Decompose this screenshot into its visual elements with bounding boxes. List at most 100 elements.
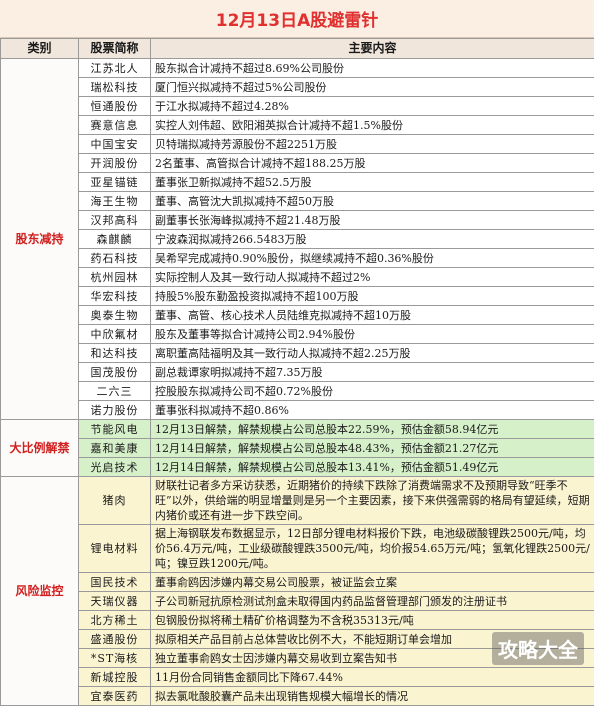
category-large-unlock: 大比例解禁 (1, 420, 79, 477)
stock-name: 华宏科技 (79, 287, 151, 306)
stock-name: 天瑞仪器 (79, 592, 151, 611)
stock-name: 猪肉 (79, 477, 151, 525)
table-row: 光启技术12月14日解禁，解禁规模占公司总股本13.41%，预估金额51.49亿… (1, 458, 594, 477)
table-row: 开润股份2名董事、高管拟合计减持不超188.25万股 (1, 154, 594, 173)
stock-name: 盛通股份 (79, 630, 151, 649)
table-row: 锂电材料据上海钢联发布数据显示，12日部分锂电材料报价下跌，电池级碳酸锂跌250… (1, 525, 594, 573)
site-watermark: 攻略大全 (492, 632, 584, 665)
page-title: 12月13日A股避雷针 (216, 6, 378, 31)
stock-name: *ST海核 (79, 649, 151, 668)
table-row: 和达科技离职董高陆福明及其一致行动人拟减持不超2.25万股 (1, 344, 594, 363)
content-cell: 董事张卫新拟减持不超52.5万股 (151, 173, 594, 192)
stock-name: 宜泰医药 (79, 687, 151, 706)
title-bar: 12月13日A股避雷针 (0, 0, 594, 38)
table-row: 诺力股份董事张科拟减持不超0.86% (1, 401, 594, 420)
category-risk-monitor: 风险监控 (1, 477, 79, 706)
table-row: 股东减持 江苏北人 股东拟合计减持不超过8.69%公司股份 (1, 59, 594, 78)
content-cell: 控股股东拟减持公司不超0.72%股份 (151, 382, 594, 401)
content-cell: 12月13日解禁，解禁规模占公司总股本22.59%，预估金额58.94亿元 (151, 420, 594, 439)
content-cell: 贝特瑞拟减持芳源股份不超2251万股 (151, 135, 594, 154)
stock-name: 森麒麟 (79, 230, 151, 249)
stock-name: 新城控股 (79, 668, 151, 687)
table-row: 宜泰医药拟去氯吡酸胶囊产品未出现销售规模大幅增长的情况 (1, 687, 594, 706)
content-cell: 股东及董事等拟合计减持公司2.94%股份 (151, 325, 594, 344)
table-row: 药石科技吴希罕完成减持0.90%股份，拟继续减持不超0.36%股份 (1, 249, 594, 268)
content-cell: 董事、高管、核心技术人员陆维克拟减持不超10万股 (151, 306, 594, 325)
content-cell: 11月份合同销售金额同比下降67.44% (151, 668, 594, 687)
table-row: 大比例解禁 节能风电 12月13日解禁，解禁规模占公司总股本22.59%，预估金… (1, 420, 594, 439)
content-cell: 宁波森润拟减持266.5483万股 (151, 230, 594, 249)
content-cell: 离职董高陆福明及其一致行动人拟减持不超2.25万股 (151, 344, 594, 363)
stock-name: 汉邦高科 (79, 211, 151, 230)
table-row: 海王生物董事、高管沈大凯拟减持不超50万股 (1, 192, 594, 211)
content-cell: 持股5%股东勤盈投资拟减持不超100万股 (151, 287, 594, 306)
stock-name: 奥泰生物 (79, 306, 151, 325)
table-row: 华宏科技持股5%股东勤盈投资拟减持不超100万股 (1, 287, 594, 306)
table-row: 风险监控 猪肉 财联社记者多方采访获悉，近期猪价的持续下跌除了消费端需求不及预期… (1, 477, 594, 525)
header-row: 类别 股票简称 主要内容 (1, 39, 594, 59)
table-row: 杭州园林实际控制人及其一致行动人拟减持不超过2% (1, 268, 594, 287)
column-header-stock: 股票简称 (79, 39, 151, 59)
content-cell: 拟去氯吡酸胶囊产品未出现销售规模大幅增长的情况 (151, 687, 594, 706)
content-cell: 2名董事、高管拟合计减持不超188.25万股 (151, 154, 594, 173)
content-cell: 12月14日解禁，解禁规模占公司总股本13.41%，预估金额51.49亿元 (151, 458, 594, 477)
table-row: 国民技术董事俞鸥因涉嫌内幕交易公司股票，被证监会立案 (1, 573, 594, 592)
content-cell: 实际控制人及其一致行动人拟减持不超过2% (151, 268, 594, 287)
table-row: 亚星锚链董事张卫新拟减持不超52.5万股 (1, 173, 594, 192)
content-cell: 董事张科拟减持不超0.86% (151, 401, 594, 420)
content-cell: 董事俞鸥因涉嫌内幕交易公司股票，被证监会立案 (151, 573, 594, 592)
table-row: 二六三控股股东拟减持公司不超0.72%股份 (1, 382, 594, 401)
stock-name: 海王生物 (79, 192, 151, 211)
content-cell: 包钢股份拟将稀土精矿价格调整为不含税35313元/吨 (151, 611, 594, 630)
stock-name: 北方稀土 (79, 611, 151, 630)
stock-name: 国民技术 (79, 573, 151, 592)
table-row: 新城控股11月份合同销售金额同比下降67.44% (1, 668, 594, 687)
stock-name: 二六三 (79, 382, 151, 401)
table-row: 嘉和美康12月14日解禁，解禁规模占公司总股本48.43%，预估金额21.27亿… (1, 439, 594, 458)
content-cell: 股东拟合计减持不超过8.69%公司股份 (151, 59, 594, 78)
stock-name: 杭州园林 (79, 268, 151, 287)
table-row: 恒通股份于江水拟减持不超过4.28% (1, 97, 594, 116)
table-row: 瑞松科技厦门恒兴拟减持不超过5%公司股份 (1, 78, 594, 97)
table-row: 北方稀土包钢股份拟将稀土精矿价格调整为不含税35313元/吨 (1, 611, 594, 630)
category-shareholder-reduction: 股东减持 (1, 59, 79, 420)
table-row: 中欣氟材股东及董事等拟合计减持公司2.94%股份 (1, 325, 594, 344)
content-cell: 副总裁谭家明拟减持不超7.35万股 (151, 363, 594, 382)
stock-name: 国茂股份 (79, 363, 151, 382)
stock-name: 开润股份 (79, 154, 151, 173)
table-row: 赛意信息实控人刘伟超、欧阳湘英拟合计减持不超1.5%股份 (1, 116, 594, 135)
stock-name: 锂电材料 (79, 525, 151, 573)
stock-name: 和达科技 (79, 344, 151, 363)
content-cell: 财联社记者多方采访获悉，近期猪价的持续下跌除了消费端需求不及预期导致“旺季不旺”… (151, 477, 594, 525)
stock-name: 江苏北人 (79, 59, 151, 78)
stock-name: 恒通股份 (79, 97, 151, 116)
table-row: 汉邦高科副董事长张海峰拟减持不超21.48万股 (1, 211, 594, 230)
stock-name: 诺力股份 (79, 401, 151, 420)
content-cell: 实控人刘伟超、欧阳湘英拟合计减持不超1.5%股份 (151, 116, 594, 135)
stock-name: 节能风电 (79, 420, 151, 439)
table-row: 国茂股份副总裁谭家明拟减持不超7.35万股 (1, 363, 594, 382)
table-row: 天瑞仪器子公司新冠抗原检测试剂盒未取得国内药品监督管理部门颁发的注册证书 (1, 592, 594, 611)
stock-name: 亚星锚链 (79, 173, 151, 192)
stock-name: 中欣氟材 (79, 325, 151, 344)
stock-table: 类别 股票简称 主要内容 股东减持 江苏北人 股东拟合计减持不超过8.69%公司… (0, 38, 594, 706)
column-header-content: 主要内容 (151, 39, 594, 59)
stock-name: 嘉和美康 (79, 439, 151, 458)
table-row: 奥泰生物董事、高管、核心技术人员陆维克拟减持不超10万股 (1, 306, 594, 325)
stock-name: 药石科技 (79, 249, 151, 268)
content-cell: 据上海钢联发布数据显示，12日部分锂电材料报价下跌，电池级碳酸锂跌2500元/吨… (151, 525, 594, 573)
content-cell: 吴希罕完成减持0.90%股份，拟继续减持不超0.36%股份 (151, 249, 594, 268)
stock-name: 瑞松科技 (79, 78, 151, 97)
stock-name: 中国宝安 (79, 135, 151, 154)
stock-name: 光启技术 (79, 458, 151, 477)
content-cell: 副董事长张海峰拟减持不超21.48万股 (151, 211, 594, 230)
content-cell: 于江水拟减持不超过4.28% (151, 97, 594, 116)
content-cell: 董事、高管沈大凯拟减持不超50万股 (151, 192, 594, 211)
content-cell: 子公司新冠抗原检测试剂盒未取得国内药品监督管理部门颁发的注册证书 (151, 592, 594, 611)
column-header-category: 类别 (1, 39, 79, 59)
table-row: 森麒麟宁波森润拟减持266.5483万股 (1, 230, 594, 249)
content-cell: 厦门恒兴拟减持不超过5%公司股份 (151, 78, 594, 97)
stock-name: 赛意信息 (79, 116, 151, 135)
content-cell: 12月14日解禁，解禁规模占公司总股本48.43%，预估金额21.27亿元 (151, 439, 594, 458)
table-row: 中国宝安贝特瑞拟减持芳源股份不超2251万股 (1, 135, 594, 154)
